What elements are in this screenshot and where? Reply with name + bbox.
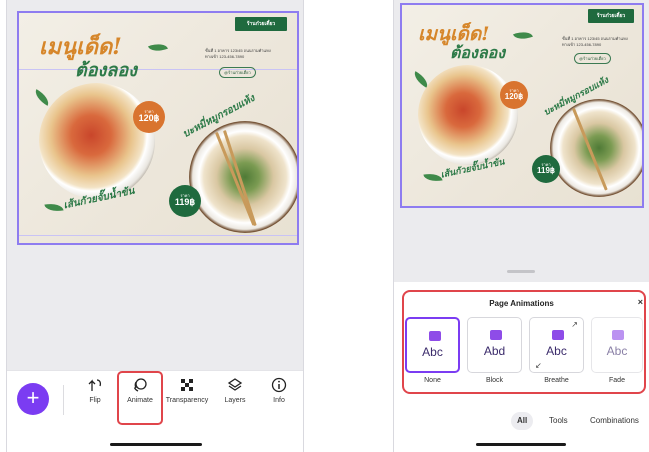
tool-label: Info [273, 397, 285, 404]
noodle-bowl-image [418, 65, 518, 165]
animation-option-fade[interactable]: Abc [591, 317, 643, 373]
info-line2: ทางเข้า 123-456-7890 [205, 54, 245, 59]
design-canvas[interactable]: ร้านก๋วยเตี๋ยว เมนูเด็ด! ต้องลอง ชั้นที่… [400, 3, 644, 208]
animate-tool-button[interactable]: Animate [118, 377, 162, 404]
animation-option-none[interactable]: Abc [405, 317, 460, 373]
design-canvas[interactable]: ร้านก๋วยเตี๋ยว เมนูเด็ด! ต้องลอง ชั้นที่… [17, 11, 299, 245]
animation-option-block[interactable]: Abd [467, 317, 522, 373]
transparency-tool-button[interactable]: Transparency [165, 377, 209, 404]
animate-icon [133, 378, 147, 392]
info-icon [271, 377, 287, 393]
animation-label: None [424, 377, 441, 384]
animation-label: Block [485, 377, 504, 384]
image-icon [429, 331, 441, 341]
info-line2: ทางเข้า 123-456-7890 [562, 42, 602, 47]
price-badge-1: ราคา 120฿ [500, 81, 528, 109]
leaf-icon [44, 201, 64, 214]
animation-preview-text: Abd [483, 344, 506, 358]
home-indicator [476, 443, 566, 446]
animation-option-breathe[interactable]: Abc ↗ ↙ [529, 317, 584, 373]
tool-label: Flip [89, 397, 101, 404]
layers-tool-button[interactable]: Layers [213, 377, 257, 404]
expand-arrow-icon: ↗ [571, 320, 578, 329]
animation-preview-text: Abc [422, 345, 443, 359]
noodle-bowl-image [39, 83, 155, 199]
sheet-drag-handle[interactable] [507, 270, 535, 273]
price-badge-2: ราคา 119฿ [532, 155, 560, 183]
add-button[interactable]: + [17, 383, 49, 415]
image-icon [612, 330, 624, 340]
pork-bowl-image [550, 99, 642, 197]
price-value: 120฿ [138, 113, 160, 124]
image-icon [552, 330, 564, 340]
price-value: 119฿ [174, 197, 196, 208]
pork-bowl-image [189, 121, 297, 233]
filter-tab-all[interactable]: All [511, 412, 534, 430]
leaf-icon [513, 28, 533, 43]
animation-filter-tabs: All Tools Combinations [394, 412, 649, 430]
panel-title: Page Animations [489, 299, 554, 308]
filter-tab-tools[interactable]: Tools [543, 412, 574, 430]
price-badge-1: ราคา 120฿ [133, 101, 165, 133]
brand-tag: ร้านก๋วยเตี๋ยว [588, 9, 634, 23]
headline-line2: ต้องลอง [450, 43, 506, 62]
transparency-icon [181, 379, 193, 391]
brand-tag: ร้านก๋วยเตี๋ยว [235, 17, 287, 31]
info-pill: @ร้านก๋วยเตี๋ยว [574, 53, 611, 64]
page-animations-panel: Page Animations × Abc None Abd Block Abc… [394, 282, 649, 452]
right-phone-screen: ร้านก๋วยเตี๋ยว เมนูเด็ด! ต้องลอง ชั้นที่… [393, 0, 649, 452]
screenshot-root: ร้านก๋วยเตี๋ยว เมนูเด็ด! ต้องลอง ชั้นที่… [0, 0, 649, 452]
price-badge-2: ราคา 119฿ [169, 185, 201, 217]
tool-label: Animate [127, 397, 153, 404]
bottom-toolbar: + Flip Animate Transparency Layers Info [7, 370, 303, 452]
layers-icon [227, 378, 243, 391]
info-pill: @ร้านก๋วยเตี๋ยว [219, 67, 256, 78]
leaf-icon [148, 40, 168, 55]
flip-icon [88, 379, 102, 391]
tool-label: Layers [224, 397, 246, 404]
headline-line2: ต้องลอง [75, 60, 137, 81]
filter-tab-combinations[interactable]: Combinations [584, 412, 645, 430]
guide-line [19, 235, 297, 236]
close-icon[interactable]: × [638, 297, 643, 307]
expand-arrow-icon: ↙ [535, 361, 542, 370]
flip-tool-button[interactable]: Flip [73, 377, 117, 404]
leaf-icon [31, 89, 53, 106]
animation-label: Breathe [544, 377, 569, 384]
home-indicator [110, 443, 202, 446]
animation-preview-text: Abc [546, 344, 567, 358]
left-phone-screen: ร้านก๋วยเตี๋ยว เมนูเด็ด! ต้องลอง ชั้นที่… [6, 0, 304, 452]
info-tool-button[interactable]: Info [257, 377, 301, 404]
animation-preview-text: Abc [606, 344, 628, 358]
image-icon [490, 330, 502, 340]
tool-label: Transparency [165, 397, 209, 404]
price-value: 120฿ [504, 91, 524, 101]
animation-label: Fade [609, 377, 625, 384]
price-value: 119฿ [537, 165, 555, 175]
toolbar-divider [63, 385, 64, 415]
